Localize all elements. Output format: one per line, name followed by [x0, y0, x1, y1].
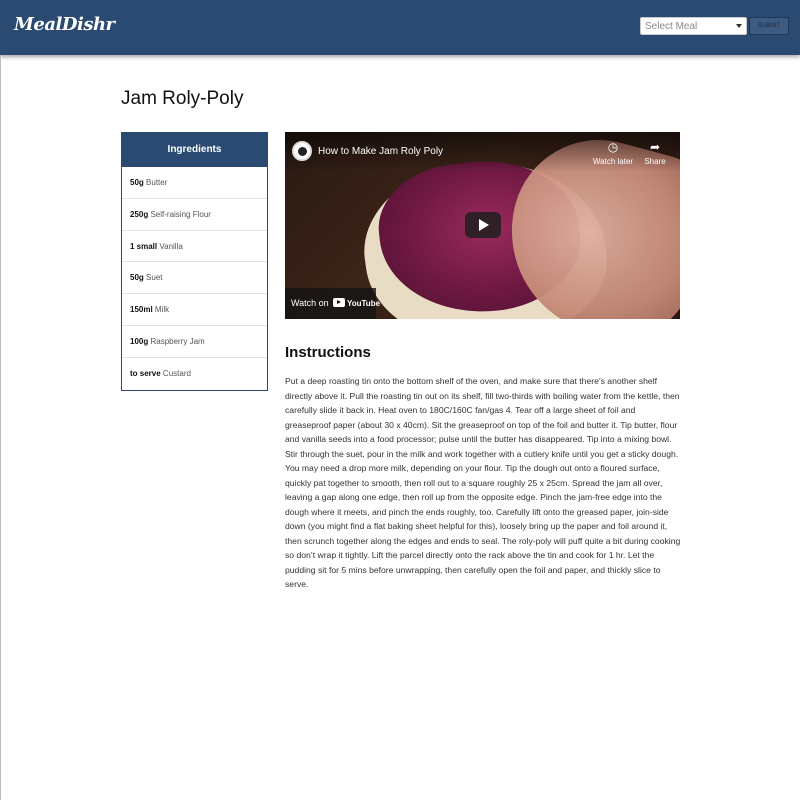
brand-logo[interactable]: MealDishr — [14, 14, 115, 35]
play-icon[interactable] — [465, 212, 501, 238]
ingredient-item: 100g Raspberry Jam — [122, 326, 267, 358]
ingredients-panel: Ingredients 50g Butter 250g Self-raising… — [121, 132, 268, 391]
youtube-video-embed[interactable]: How to Make Jam Roly Poly ◷ Watch later … — [285, 132, 680, 319]
ingredient-qty: 50g — [130, 273, 144, 283]
ingredient-item: 50g Butter — [122, 167, 267, 199]
clock-icon: ◷ — [607, 140, 619, 154]
ingredients-header: Ingredients — [122, 133, 267, 167]
ingredient-name: Butter — [146, 178, 168, 187]
ingredient-name: Self-raising Flour — [150, 209, 211, 219]
ingredient-qty: 150ml — [130, 305, 153, 315]
video-title[interactable]: How to Make Jam Roly Poly — [318, 146, 443, 157]
instructions-heading: Instructions — [285, 344, 371, 361]
ingredient-qty: 250g — [130, 209, 149, 219]
ingredient-item: 250g Self-raising Flour — [122, 199, 267, 231]
ingredient-qty: 1 small — [130, 241, 158, 251]
ingredient-item: to serve Custard — [122, 358, 267, 390]
share-label: Share — [644, 157, 666, 166]
navbar: MealDishr Select Meal SUBMIT — [0, 0, 800, 55]
ingredient-qty: to serve — [130, 368, 161, 378]
ingredient-name: Suet — [146, 273, 163, 283]
page-title: Jam Roly-Poly — [121, 88, 244, 109]
meal-select-placeholder: Select Meal — [645, 21, 698, 32]
page-left-border — [0, 55, 1, 800]
meal-select[interactable]: Select Meal — [640, 17, 747, 35]
share-button[interactable]: ➦ Share — [640, 140, 670, 166]
ingredient-qty: 50g — [130, 178, 144, 187]
instructions-text: Put a deep roasting tin onto the bottom … — [285, 376, 681, 589]
watch-on-label: Watch on — [291, 298, 329, 308]
submit-button[interactable]: SUBMIT — [749, 17, 789, 35]
watch-later-label: Watch later — [592, 157, 634, 166]
share-icon: ➦ — [649, 140, 661, 154]
chevron-down-icon — [736, 24, 742, 28]
youtube-wordmark: YouTube — [347, 299, 381, 308]
youtube-logo-icon — [333, 298, 345, 307]
ingredient-item: 1 small Vanilla — [122, 231, 267, 263]
ingredient-item: 50g Suet — [122, 262, 267, 295]
ingredient-name: Custard — [162, 368, 191, 378]
ingredient-name: Vanilla — [159, 241, 183, 251]
channel-logo-icon[interactable] — [292, 141, 312, 161]
ingredient-item: 150ml Milk — [122, 294, 267, 326]
watch-later-button[interactable]: ◷ Watch later — [590, 140, 636, 166]
ingredient-qty: 100g — [130, 336, 149, 346]
watch-on-youtube-button[interactable]: Watch on YouTube — [285, 288, 380, 319]
ingredient-name: Milk — [154, 305, 170, 315]
ingredient-name: Raspberry Jam — [150, 336, 205, 346]
